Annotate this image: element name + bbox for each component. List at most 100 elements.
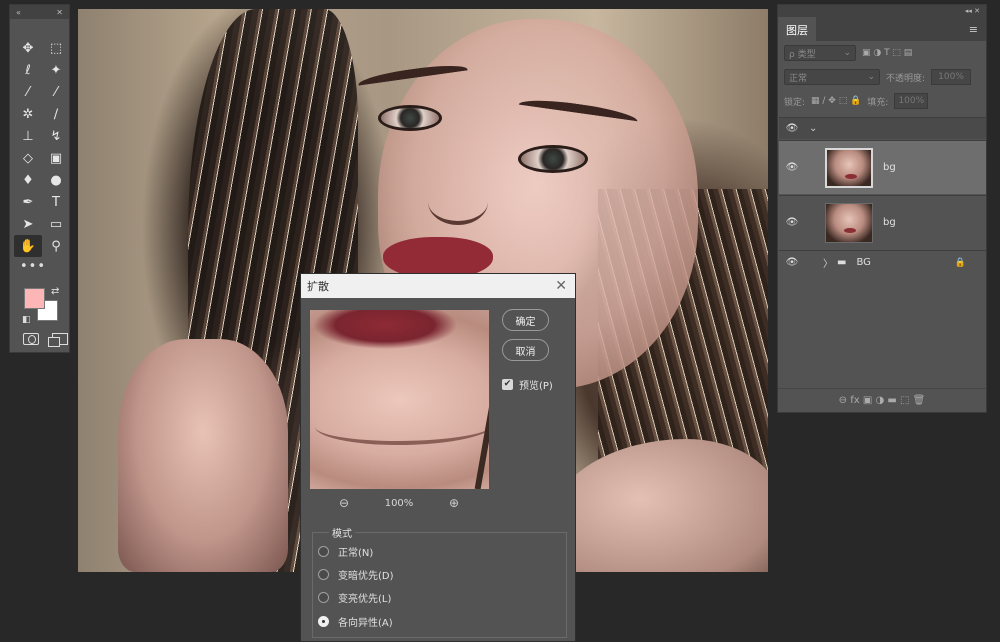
- path-select-icon[interactable]: ➤: [14, 213, 42, 235]
- preview-checkbox-row[interactable]: ✔ 预览(P): [502, 377, 553, 392]
- gradient-icon[interactable]: ▣: [42, 147, 70, 169]
- close-icon[interactable]: ✕: [555, 278, 567, 294]
- tools-panel: « ✕ ✥ ⬚ ℓ ✦ ⁄ ⁄ ✲ ∕ ⊥ ↯ ◇ ▣ ♦ ● ✒ T ➤ ▭ ✋ ⚲ ••• ⇄ ◧: [9, 4, 70, 353]
- filter-preview[interactable]: [310, 310, 489, 489]
- quick-mask-icon[interactable]: [23, 333, 39, 345]
- more-tools-icon[interactable]: •••: [10, 257, 69, 274]
- mode-option-anisotropic[interactable]: 各向异性(A): [318, 614, 393, 629]
- close-icon[interactable]: ✕: [56, 8, 63, 17]
- blend-row: 正常 ⌄ 不透明度: 100%: [778, 65, 986, 89]
- layer-filter-select[interactable]: ρ 类型 ⌄: [784, 45, 856, 61]
- history-brush-icon[interactable]: ↯: [42, 125, 70, 147]
- layers-footer-icons[interactable]: ⊖ fx ▣ ◑ ▬ ⬚ 🗑: [778, 388, 986, 412]
- visibility-eye-icon[interactable]: 👁: [779, 162, 805, 173]
- layer-filter-label: ρ 类型: [789, 49, 816, 60]
- layer-name: bg: [883, 217, 896, 228]
- filter-icons[interactable]: ▣ ◑ T ⬚ ▤: [862, 48, 912, 58]
- lock-icons[interactable]: ▦ ∕ ✥ ⬚ 🔒: [811, 96, 861, 106]
- fill-label: 填充:: [867, 97, 889, 108]
- zoom-value: 100%: [384, 497, 414, 509]
- visibility-eye-icon[interactable]: 👁: [779, 123, 805, 134]
- default-colors-icon[interactable]: ◧: [22, 315, 31, 325]
- layer-row[interactable]: 👁 bg: [779, 140, 986, 194]
- screen-mode-icon[interactable]: [48, 333, 68, 347]
- patch-icon[interactable]: ✲: [14, 103, 42, 125]
- group-header-row[interactable]: 👁 ⌄: [779, 117, 986, 139]
- dialog-title: 扩散: [307, 280, 329, 293]
- radio-button-selected[interactable]: [318, 616, 329, 627]
- artwork-shoulder: [548, 439, 768, 572]
- preview-checkbox-label: 预览(P): [519, 381, 553, 392]
- artwork-eye-right: [518, 145, 588, 173]
- mode-legend: 模式: [329, 525, 355, 540]
- chevron-down-icon[interactable]: ⌄: [809, 123, 817, 134]
- chevron-down-icon: ⌄: [867, 72, 875, 82]
- zoom-controls: ⊖ 100% ⊕: [339, 496, 459, 510]
- collapse-icon[interactable]: «: [16, 8, 21, 17]
- diffuse-dialog: 扩散 ✕ ⊖ 100% ⊕ 确定 取消 ✔ 预览(P) 模式 正常(N) 变暗优…: [300, 273, 576, 642]
- eyedropper-icon[interactable]: ⁄: [14, 81, 42, 103]
- artwork-nose: [428, 179, 488, 225]
- stamp-icon[interactable]: ⊥: [14, 125, 42, 147]
- tab-layers[interactable]: 图层: [778, 17, 816, 41]
- eyedropper-2-icon[interactable]: ⁄: [42, 81, 70, 103]
- lock-row: 锁定: ▦ ∕ ✥ ⬚ 🔒 填充: 100%: [778, 89, 986, 113]
- layer-thumbnail: [825, 147, 873, 188]
- mode-option-label: 变亮优先(L): [338, 594, 392, 605]
- mode-option-normal[interactable]: 正常(N): [318, 544, 373, 559]
- tools-panel-header: « ✕: [10, 5, 69, 19]
- marquee-icon[interactable]: ⬚: [42, 37, 70, 59]
- type-icon[interactable]: T: [42, 191, 70, 213]
- mode-option-label: 变暗优先(D): [338, 571, 394, 582]
- cancel-button[interactable]: 取消: [502, 339, 549, 361]
- move-icon[interactable]: ✥: [14, 37, 42, 59]
- dodge-icon[interactable]: ●: [42, 169, 70, 191]
- chevron-down-icon: ⌄: [843, 48, 851, 58]
- magic-wand-icon[interactable]: ✦: [42, 59, 70, 81]
- eraser-icon[interactable]: ◇: [14, 147, 42, 169]
- zoom-out-icon[interactable]: ⊖: [339, 496, 349, 510]
- radio-button[interactable]: [318, 546, 329, 557]
- radio-button[interactable]: [318, 569, 329, 580]
- artwork-eye-left: [378, 105, 442, 131]
- layers-panel-controls[interactable]: ◂◂ ✕: [778, 5, 986, 17]
- blend-mode-select[interactable]: 正常 ⌄: [784, 69, 880, 85]
- brush-icon[interactable]: ∕: [42, 103, 70, 125]
- group-row[interactable]: 👁 〉 ▬ BG 🔒: [779, 250, 986, 274]
- layer-thumbnail: [825, 202, 873, 243]
- dialog-titlebar: 扩散 ✕: [301, 274, 575, 298]
- mode-option-label: 正常(N): [338, 548, 374, 559]
- layers-panel-tabs: 图层 ≡: [778, 17, 986, 41]
- preview-checkbox[interactable]: ✔: [502, 379, 513, 390]
- blur-icon[interactable]: ♦: [14, 169, 42, 191]
- mode-option-lighten[interactable]: 变亮优先(L): [318, 590, 391, 605]
- lock-label: 锁定:: [784, 97, 806, 108]
- pen-icon[interactable]: ✒: [14, 191, 42, 213]
- artwork-hand: [118, 339, 288, 572]
- opacity-input[interactable]: 100%: [931, 69, 972, 85]
- visibility-eye-icon[interactable]: 👁: [779, 217, 805, 228]
- visibility-eye-icon[interactable]: 👁: [779, 257, 805, 268]
- opacity-label: 不透明度:: [886, 73, 926, 84]
- ok-button[interactable]: 确定: [502, 309, 549, 331]
- layers-panel: ◂◂ ✕ 图层 ≡ ρ 类型 ⌄ ▣ ◑ T ⬚ ▤ 正常 ⌄ 不透明度: 10…: [777, 4, 987, 413]
- hand-icon[interactable]: ✋: [14, 235, 42, 257]
- layer-filter-row: ρ 类型 ⌄ ▣ ◑ T ⬚ ▤: [778, 41, 986, 65]
- zoom-icon[interactable]: ⚲: [42, 235, 70, 257]
- tool-grid: ✥ ⬚ ℓ ✦ ⁄ ⁄ ✲ ∕ ⊥ ↯ ◇ ▣ ♦ ● ✒ T ➤ ▭ ✋ ⚲: [10, 19, 69, 257]
- radio-button[interactable]: [318, 592, 329, 603]
- zoom-in-icon[interactable]: ⊕: [449, 496, 459, 510]
- panel-menu-icon[interactable]: ≡: [969, 23, 978, 36]
- layer-name: bg: [883, 162, 896, 173]
- lasso-icon[interactable]: ℓ: [14, 59, 42, 81]
- layer-row[interactable]: 👁 bg: [779, 195, 986, 249]
- rectangle-icon[interactable]: ▭: [42, 213, 70, 235]
- preview-chin-contour: [315, 405, 489, 445]
- swap-colors-icon[interactable]: ⇄: [51, 286, 59, 297]
- fill-input[interactable]: 100%: [894, 93, 929, 109]
- chevron-right-icon[interactable]: 〉: [823, 255, 833, 270]
- blend-mode-value: 正常: [789, 73, 808, 84]
- mode-option-label: 各向异性(A): [338, 618, 393, 629]
- mode-option-darken[interactable]: 变暗优先(D): [318, 567, 394, 582]
- foreground-color-swatch[interactable]: [24, 288, 45, 309]
